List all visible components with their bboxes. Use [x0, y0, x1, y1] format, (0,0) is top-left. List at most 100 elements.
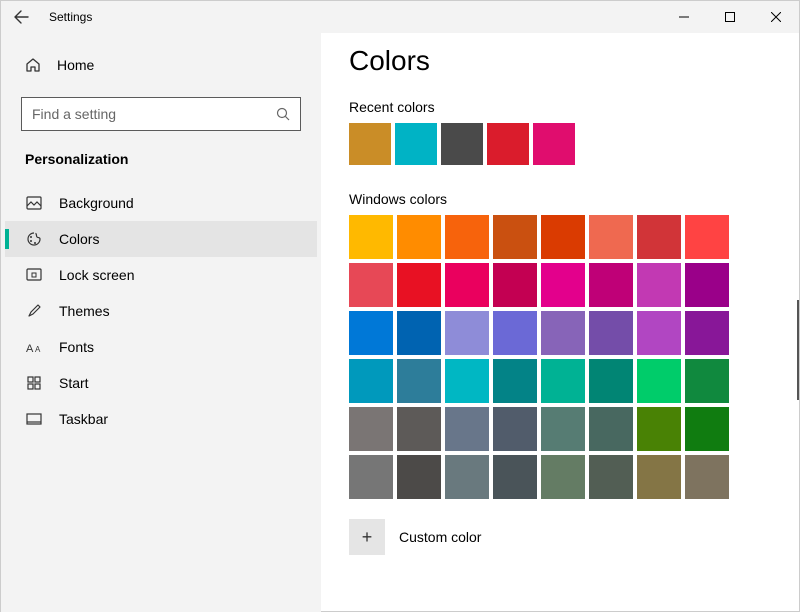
windows-color-swatch[interactable] [685, 263, 729, 307]
back-arrow-icon [13, 9, 29, 25]
windows-color-swatch[interactable] [493, 215, 537, 259]
windows-color-swatch[interactable] [637, 359, 681, 403]
search-icon [276, 107, 290, 121]
nav-label: Lock screen [59, 267, 134, 283]
custom-color-button[interactable]: + [349, 519, 385, 555]
windows-color-swatch[interactable] [397, 263, 441, 307]
windows-color-swatch[interactable] [637, 455, 681, 499]
windows-color-swatch[interactable] [349, 311, 393, 355]
sidebar-item-colors[interactable]: Colors [5, 221, 317, 257]
windows-color-swatch[interactable] [637, 263, 681, 307]
section-heading: Personalization [5, 151, 317, 185]
window-controls [661, 1, 799, 33]
windows-color-swatch[interactable] [445, 455, 489, 499]
windows-color-swatch[interactable] [397, 311, 441, 355]
windows-color-swatch[interactable] [589, 455, 633, 499]
titlebar: Settings [1, 1, 799, 33]
recent-colors-row [349, 123, 771, 165]
sidebar-item-taskbar[interactable]: Taskbar [5, 401, 317, 437]
windows-color-swatch[interactable] [445, 359, 489, 403]
nav-label: Start [59, 375, 89, 391]
close-button[interactable] [753, 1, 799, 33]
recent-color-swatch[interactable] [349, 123, 391, 165]
scrollbar[interactable] [797, 300, 799, 400]
lockscreen-icon [25, 267, 43, 283]
windows-color-swatch[interactable] [397, 455, 441, 499]
windows-color-swatch[interactable] [349, 263, 393, 307]
sidebar-item-start[interactable]: Start [5, 365, 317, 401]
recent-color-swatch[interactable] [487, 123, 529, 165]
search-input[interactable] [21, 97, 301, 131]
home-link[interactable]: Home [5, 49, 317, 81]
windows-color-swatch[interactable] [493, 455, 537, 499]
windows-color-swatch[interactable] [685, 215, 729, 259]
windows-color-swatch[interactable] [541, 407, 585, 451]
windows-color-swatch[interactable] [685, 311, 729, 355]
plus-icon: + [362, 527, 373, 548]
windows-color-swatch[interactable] [637, 407, 681, 451]
sidebar-item-background[interactable]: Background [5, 185, 317, 221]
windows-color-swatch[interactable] [541, 455, 585, 499]
windows-color-swatch[interactable] [493, 407, 537, 451]
windows-color-swatch[interactable] [445, 407, 489, 451]
windows-color-swatch[interactable] [589, 311, 633, 355]
home-icon [25, 57, 41, 73]
windows-color-swatch[interactable] [541, 263, 585, 307]
windows-color-swatch[interactable] [685, 407, 729, 451]
windows-color-swatch[interactable] [445, 215, 489, 259]
windows-color-swatch[interactable] [397, 215, 441, 259]
recent-color-swatch[interactable] [395, 123, 437, 165]
nav-label: Background [59, 195, 134, 211]
nav-label: Themes [59, 303, 110, 319]
sidebar-item-fonts[interactable]: AA Fonts [5, 329, 317, 365]
main-content: Colors Recent colors Windows colors + Cu… [321, 33, 799, 612]
windows-color-swatch[interactable] [541, 215, 585, 259]
picture-icon [25, 195, 43, 211]
sidebar-item-lockscreen[interactable]: Lock screen [5, 257, 317, 293]
home-label: Home [57, 57, 94, 73]
nav-label: Fonts [59, 339, 94, 355]
windows-color-swatch[interactable] [349, 215, 393, 259]
windows-color-swatch[interactable] [349, 359, 393, 403]
sidebar-item-themes[interactable]: Themes [5, 293, 317, 329]
windows-color-swatch[interactable] [685, 359, 729, 403]
recent-color-swatch[interactable] [441, 123, 483, 165]
maximize-button[interactable] [707, 1, 753, 33]
windows-color-swatch[interactable] [589, 263, 633, 307]
minimize-button[interactable] [661, 1, 707, 33]
sidebar: Home Personalization Background Colors L… [1, 33, 321, 612]
windows-color-swatch[interactable] [541, 359, 585, 403]
windows-color-swatch[interactable] [493, 359, 537, 403]
recent-colors-label: Recent colors [349, 99, 771, 115]
windows-color-swatch[interactable] [589, 407, 633, 451]
windows-color-swatch[interactable] [349, 407, 393, 451]
recent-color-swatch[interactable] [533, 123, 575, 165]
windows-color-swatch[interactable] [493, 263, 537, 307]
windows-color-swatch[interactable] [637, 215, 681, 259]
back-button[interactable] [1, 1, 41, 33]
search-field[interactable] [32, 106, 252, 122]
windows-color-swatch[interactable] [493, 311, 537, 355]
brush-icon [25, 303, 43, 319]
taskbar-icon [25, 411, 43, 427]
nav-label: Taskbar [59, 411, 108, 427]
windows-color-swatch[interactable] [589, 359, 633, 403]
windows-colors-grid [349, 215, 771, 499]
start-icon [25, 375, 43, 391]
windows-color-swatch[interactable] [397, 407, 441, 451]
page-title: Colors [349, 45, 771, 77]
windows-color-swatch[interactable] [589, 215, 633, 259]
windows-color-swatch[interactable] [445, 263, 489, 307]
windows-color-swatch[interactable] [685, 455, 729, 499]
palette-icon [25, 231, 43, 247]
windows-color-swatch[interactable] [445, 311, 489, 355]
svg-text:A: A [26, 343, 34, 354]
custom-color-row[interactable]: + Custom color [349, 519, 771, 555]
window-title: Settings [49, 10, 92, 24]
custom-color-label: Custom color [399, 529, 481, 545]
windows-color-swatch[interactable] [397, 359, 441, 403]
windows-color-swatch[interactable] [541, 311, 585, 355]
font-icon: AA [25, 340, 43, 354]
windows-color-swatch[interactable] [349, 455, 393, 499]
windows-color-swatch[interactable] [637, 311, 681, 355]
